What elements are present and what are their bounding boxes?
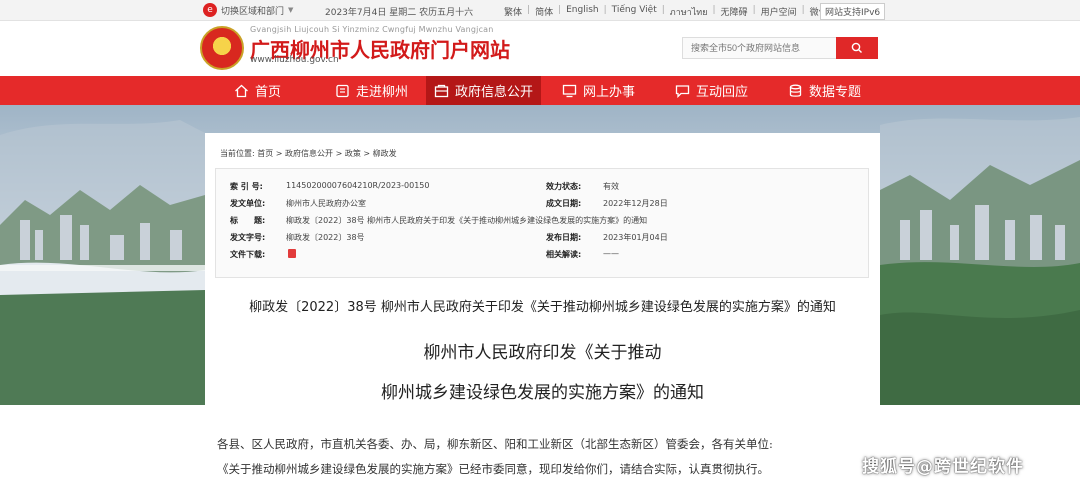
breadcrumb: 当前位置: 首页 > 政府信息公开 > 政策 > 柳政发: [220, 148, 397, 159]
region-switcher[interactable]: e 切换区域和部门 ▼: [203, 3, 293, 17]
interpret-value: ——: [603, 249, 619, 258]
nav-item-interaction[interactable]: 互动回应: [675, 76, 748, 105]
issuer-value: 柳州市人民政府办公室: [286, 199, 366, 208]
search-button[interactable]: [836, 37, 878, 59]
home-icon: [235, 84, 248, 97]
created-label: 成文日期:: [546, 199, 582, 208]
meta-row: 发文单位: 柳州市人民政府办公室 成文日期: 2022年12月28日: [216, 198, 868, 214]
top-bar: e 切换区域和部门 ▼ 2023年7月4日 星期二 农历五月十六 繁体 | 简体 |…: [0, 0, 1080, 21]
link-simplified[interactable]: 简体: [535, 5, 553, 19]
link-vietnamese[interactable]: Tiếng Việt: [612, 5, 657, 19]
nav-item-data-topics[interactable]: 数据专题: [788, 76, 861, 105]
nav-label: 首页: [255, 85, 282, 100]
published-value: 2023年01月04日: [603, 233, 668, 242]
main-nav: 首页 走进柳州 政府信息公开 网上办事 互动回应 数据专题: [0, 76, 1080, 105]
document-paragraph: 各县、区人民政府，市直机关各委、办、局，柳东新区、阳和工业新区（北部生态新区）管…: [217, 437, 773, 451]
nav-label: 走进柳州: [356, 85, 409, 100]
building-icon: [336, 84, 349, 97]
document-title-line1: 柳州市人民政府印发《关于推动: [423, 343, 662, 363]
watermark: 搜狐号@跨世纪软件: [862, 457, 1024, 477]
index-value: 1145020000760421​0R/2023-00150: [286, 181, 430, 190]
document-paragraph: 《关于推动柳州城乡建设绿色发展的实施方案》已经市委同意，现印发给你们，请结合实际…: [217, 462, 769, 476]
chat-icon: [675, 84, 690, 98]
meta-row: 标 题: 柳政发〔2022〕38号 柳州市人民政府关于印发《关于推动柳州城乡建设…: [216, 215, 868, 231]
docno-value: 柳政发〔2022〕38号: [286, 233, 365, 242]
logo-circle-icon: e: [203, 3, 217, 17]
download-label: 文件下载:: [230, 250, 266, 259]
document-title-line2: 柳州城乡建设绿色发展的实施方案》的通知: [381, 383, 704, 403]
pdf-icon: [288, 249, 296, 258]
ipv6-badge: 网站支持IPv6: [820, 3, 886, 20]
nav-item-online-services[interactable]: 网上办事: [562, 76, 635, 105]
interpret-label: 相关解读:: [546, 250, 582, 259]
link-traditional[interactable]: 繁体: [504, 5, 522, 19]
docno-label: 发文字号:: [230, 233, 266, 242]
link-accessibility[interactable]: 无障碍: [721, 5, 748, 19]
document-reference-title: 柳政发〔2022〕38号 柳州市人民政府关于印发《关于推动柳州城乡建设绿色发展的…: [249, 300, 836, 315]
nav-label: 数据专题: [809, 85, 862, 100]
validity-value: 有效: [603, 182, 619, 191]
breadcrumb-separator: >: [363, 149, 371, 158]
search-icon: [851, 42, 862, 53]
breadcrumb-separator: >: [335, 149, 343, 158]
nav-item-info-disclosure[interactable]: 政府信息公开: [426, 76, 542, 105]
document-meta-table: 索 引 号: 1145020000760421​0R/2023-00150 效力…: [215, 168, 869, 278]
national-emblem-icon: [200, 26, 244, 70]
database-icon: [789, 84, 802, 97]
meta-row: 发文字号: 柳政发〔2022〕38号 发布日期: 2023年01月04日: [216, 232, 868, 248]
subject-value: 柳政发〔2022〕38号 柳州市人民政府关于印发《关于推动柳州城乡建设绿色发展的…: [286, 216, 648, 225]
nav-item-about[interactable]: 走进柳州: [335, 76, 408, 105]
meta-row: 文件下载: 相关解读: ——: [216, 249, 868, 265]
nav-label: 政府信息公开: [455, 85, 534, 100]
created-value: 2022年12月28日: [603, 199, 668, 208]
top-links: 繁体 | 简体 | English | Tiếng Việt | ภาษาไทย | 无障…: [504, 5, 855, 19]
site-domain: www.liuzhou.gov.cn: [250, 55, 339, 65]
link-user-space[interactable]: 用户空间: [761, 5, 797, 19]
site-pinyin: Gvangjsih Liujcouh Si Yinzminz Cwngfuj M…: [250, 25, 494, 34]
breadcrumb-prefix: 当前位置:: [220, 149, 255, 158]
issuer-label: 发文单位:: [230, 199, 266, 208]
breadcrumb-item-home[interactable]: 首页: [257, 149, 273, 158]
region-label: 切换区域和部门: [221, 6, 285, 17]
breadcrumb-item-current[interactable]: 柳政发: [373, 149, 397, 158]
breadcrumb-separator: >: [275, 149, 283, 158]
subject-label: 标 题:: [230, 216, 266, 225]
nav-label: 网上办事: [583, 85, 636, 100]
search-input[interactable]: [682, 37, 851, 59]
site-header: Gvangjsih Liujcouh Si Yinzminz Cwngfuj M…: [0, 21, 1080, 76]
info-icon: [434, 84, 449, 97]
link-thai[interactable]: ภาษาไทย: [670, 5, 708, 19]
validity-label: 效力状态:: [546, 182, 582, 191]
meta-row: 索 引 号: 1145020000760421​0R/2023-00150 效力…: [216, 181, 868, 197]
breadcrumb-item-policy[interactable]: 政策: [345, 149, 361, 158]
index-label: 索 引 号:: [230, 182, 263, 191]
content-panel: 当前位置: 首页 > 政府信息公开 > 政策 > 柳政发 索 引 号: 1145…: [205, 133, 880, 487]
chevron-down-icon: ▼: [288, 6, 294, 14]
link-english[interactable]: English: [566, 5, 599, 19]
download-link[interactable]: [288, 249, 296, 260]
nav-label: 互动回应: [696, 85, 749, 100]
monitor-icon: [562, 84, 577, 97]
published-label: 发布日期:: [546, 233, 582, 242]
nav-item-home[interactable]: 首页: [234, 76, 281, 105]
date-text: 2023年7月4日 星期二 农历五月十六: [325, 8, 474, 18]
breadcrumb-item-info[interactable]: 政府信息公开: [285, 149, 333, 158]
